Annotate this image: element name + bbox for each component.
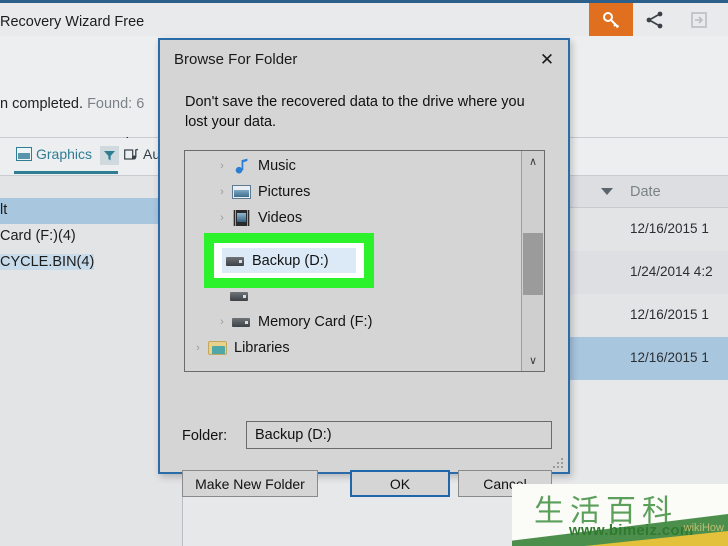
- screenshot-root: Recovery Wizard Free n completed. Found:…: [0, 0, 728, 546]
- file-date: 12/16/2015 1: [630, 221, 709, 236]
- dialog-instruction: Don't save the recovered data to the dri…: [185, 94, 525, 130]
- app-title: Recovery Wizard Free: [0, 14, 145, 30]
- source-tree-item-memory-card[interactable]: Card (F:)(4): [0, 228, 76, 244]
- sort-descending-icon[interactable]: [601, 188, 613, 195]
- column-header-date[interactable]: Date: [630, 184, 661, 200]
- folder-tree-item-memory-card-f[interactable]: › Memory Card (F:): [185, 309, 522, 335]
- source-tree-selected-label: lt: [0, 202, 8, 218]
- tab-audio[interactable]: Au: [124, 146, 160, 162]
- highlighted-folder-tree-item-backup-d[interactable]: Backup (D:): [222, 248, 356, 273]
- scan-found-count: Found: 6: [87, 96, 145, 112]
- source-tree-panel: lt ⌄ Card (F:)(4) CYCLE.BIN(4): [0, 176, 183, 546]
- chevron-right-icon[interactable]: ›: [213, 160, 231, 172]
- libraries-icon: [207, 339, 229, 357]
- tab-graphics-active-indicator: [14, 171, 118, 174]
- folder-tree-item-label: Music: [258, 158, 296, 174]
- drive-icon: [229, 287, 251, 305]
- drive-icon: [225, 252, 247, 270]
- scroll-down-icon[interactable]: ∨: [522, 350, 544, 371]
- chevron-right-icon[interactable]: ›: [213, 212, 231, 224]
- folder-tree-item-label: Memory Card (F:): [258, 314, 373, 330]
- share-icon[interactable]: [633, 3, 677, 36]
- tab-graphics-label: Graphics: [36, 146, 93, 162]
- close-icon[interactable]: ✕: [534, 48, 560, 72]
- videos-icon: [231, 209, 253, 227]
- folder-name-input[interactable]: [246, 421, 552, 449]
- key-icon[interactable]: [589, 3, 633, 36]
- exit-icon[interactable]: [677, 3, 721, 36]
- file-date: 1/24/2014 4:2: [630, 264, 713, 279]
- dialog-title: Browse For Folder: [174, 51, 298, 68]
- folder-tree-scrollbar[interactable]: ∧ ∨: [521, 151, 544, 371]
- highlighted-item-label: Backup (D:): [252, 252, 329, 269]
- scrollbar-thumb[interactable]: [523, 233, 543, 295]
- folder-tree-item-label: Libraries: [234, 340, 290, 356]
- dialog-titlebar: Browse For Folder ✕: [160, 40, 568, 80]
- music-icon: [231, 157, 253, 175]
- folder-field-label: Folder:: [182, 428, 228, 444]
- source-tree-item-label: Card (F:)(4): [0, 228, 76, 244]
- scan-status-text: n completed.: [0, 96, 84, 112]
- folder-tree-item-music[interactable]: › Music: [185, 153, 522, 179]
- resize-grip[interactable]: [553, 458, 565, 470]
- chevron-right-icon[interactable]: ›: [189, 342, 207, 354]
- audio-icon: [124, 147, 139, 162]
- watermark-corner-label: wikiHow: [683, 522, 724, 534]
- folder-tree-item-videos[interactable]: › Videos: [185, 205, 522, 231]
- tab-graphics[interactable]: Graphics: [16, 146, 92, 162]
- scroll-up-icon[interactable]: ∧: [522, 151, 544, 172]
- chevron-right-icon[interactable]: ›: [213, 316, 231, 328]
- pictures-icon: [231, 183, 253, 201]
- scan-status-line-1: n completed. Found: 6: [0, 96, 144, 112]
- watermark: 生活百科 www.bimeiz.com wikiHow: [512, 484, 728, 546]
- folder-tree-item-libraries[interactable]: › Libraries: [185, 335, 522, 361]
- folder-tree-item-label: Videos: [258, 210, 303, 226]
- source-tree-item-recycle-bin[interactable]: CYCLE.BIN(4): [0, 254, 95, 270]
- file-date: 12/16/2015 1: [630, 307, 709, 322]
- watermark-site-url: www.bimeiz.com: [569, 522, 694, 539]
- source-tree-item-label: CYCLE.BIN(4): [0, 254, 95, 270]
- folder-tree-item-label: Pictures: [258, 184, 311, 200]
- chevron-right-icon[interactable]: ›: [213, 186, 231, 198]
- annotation-highlight-box: Backup (D:): [204, 233, 374, 288]
- folder-tree-item-pictures[interactable]: › Pictures: [185, 179, 522, 205]
- make-new-folder-button[interactable]: Make New Folder: [182, 470, 318, 497]
- drive-icon: [231, 313, 253, 331]
- filter-icon[interactable]: [100, 146, 119, 165]
- ok-button[interactable]: OK: [350, 470, 450, 497]
- graphics-icon: [16, 147, 32, 161]
- file-date: 12/16/2015 1: [630, 350, 709, 365]
